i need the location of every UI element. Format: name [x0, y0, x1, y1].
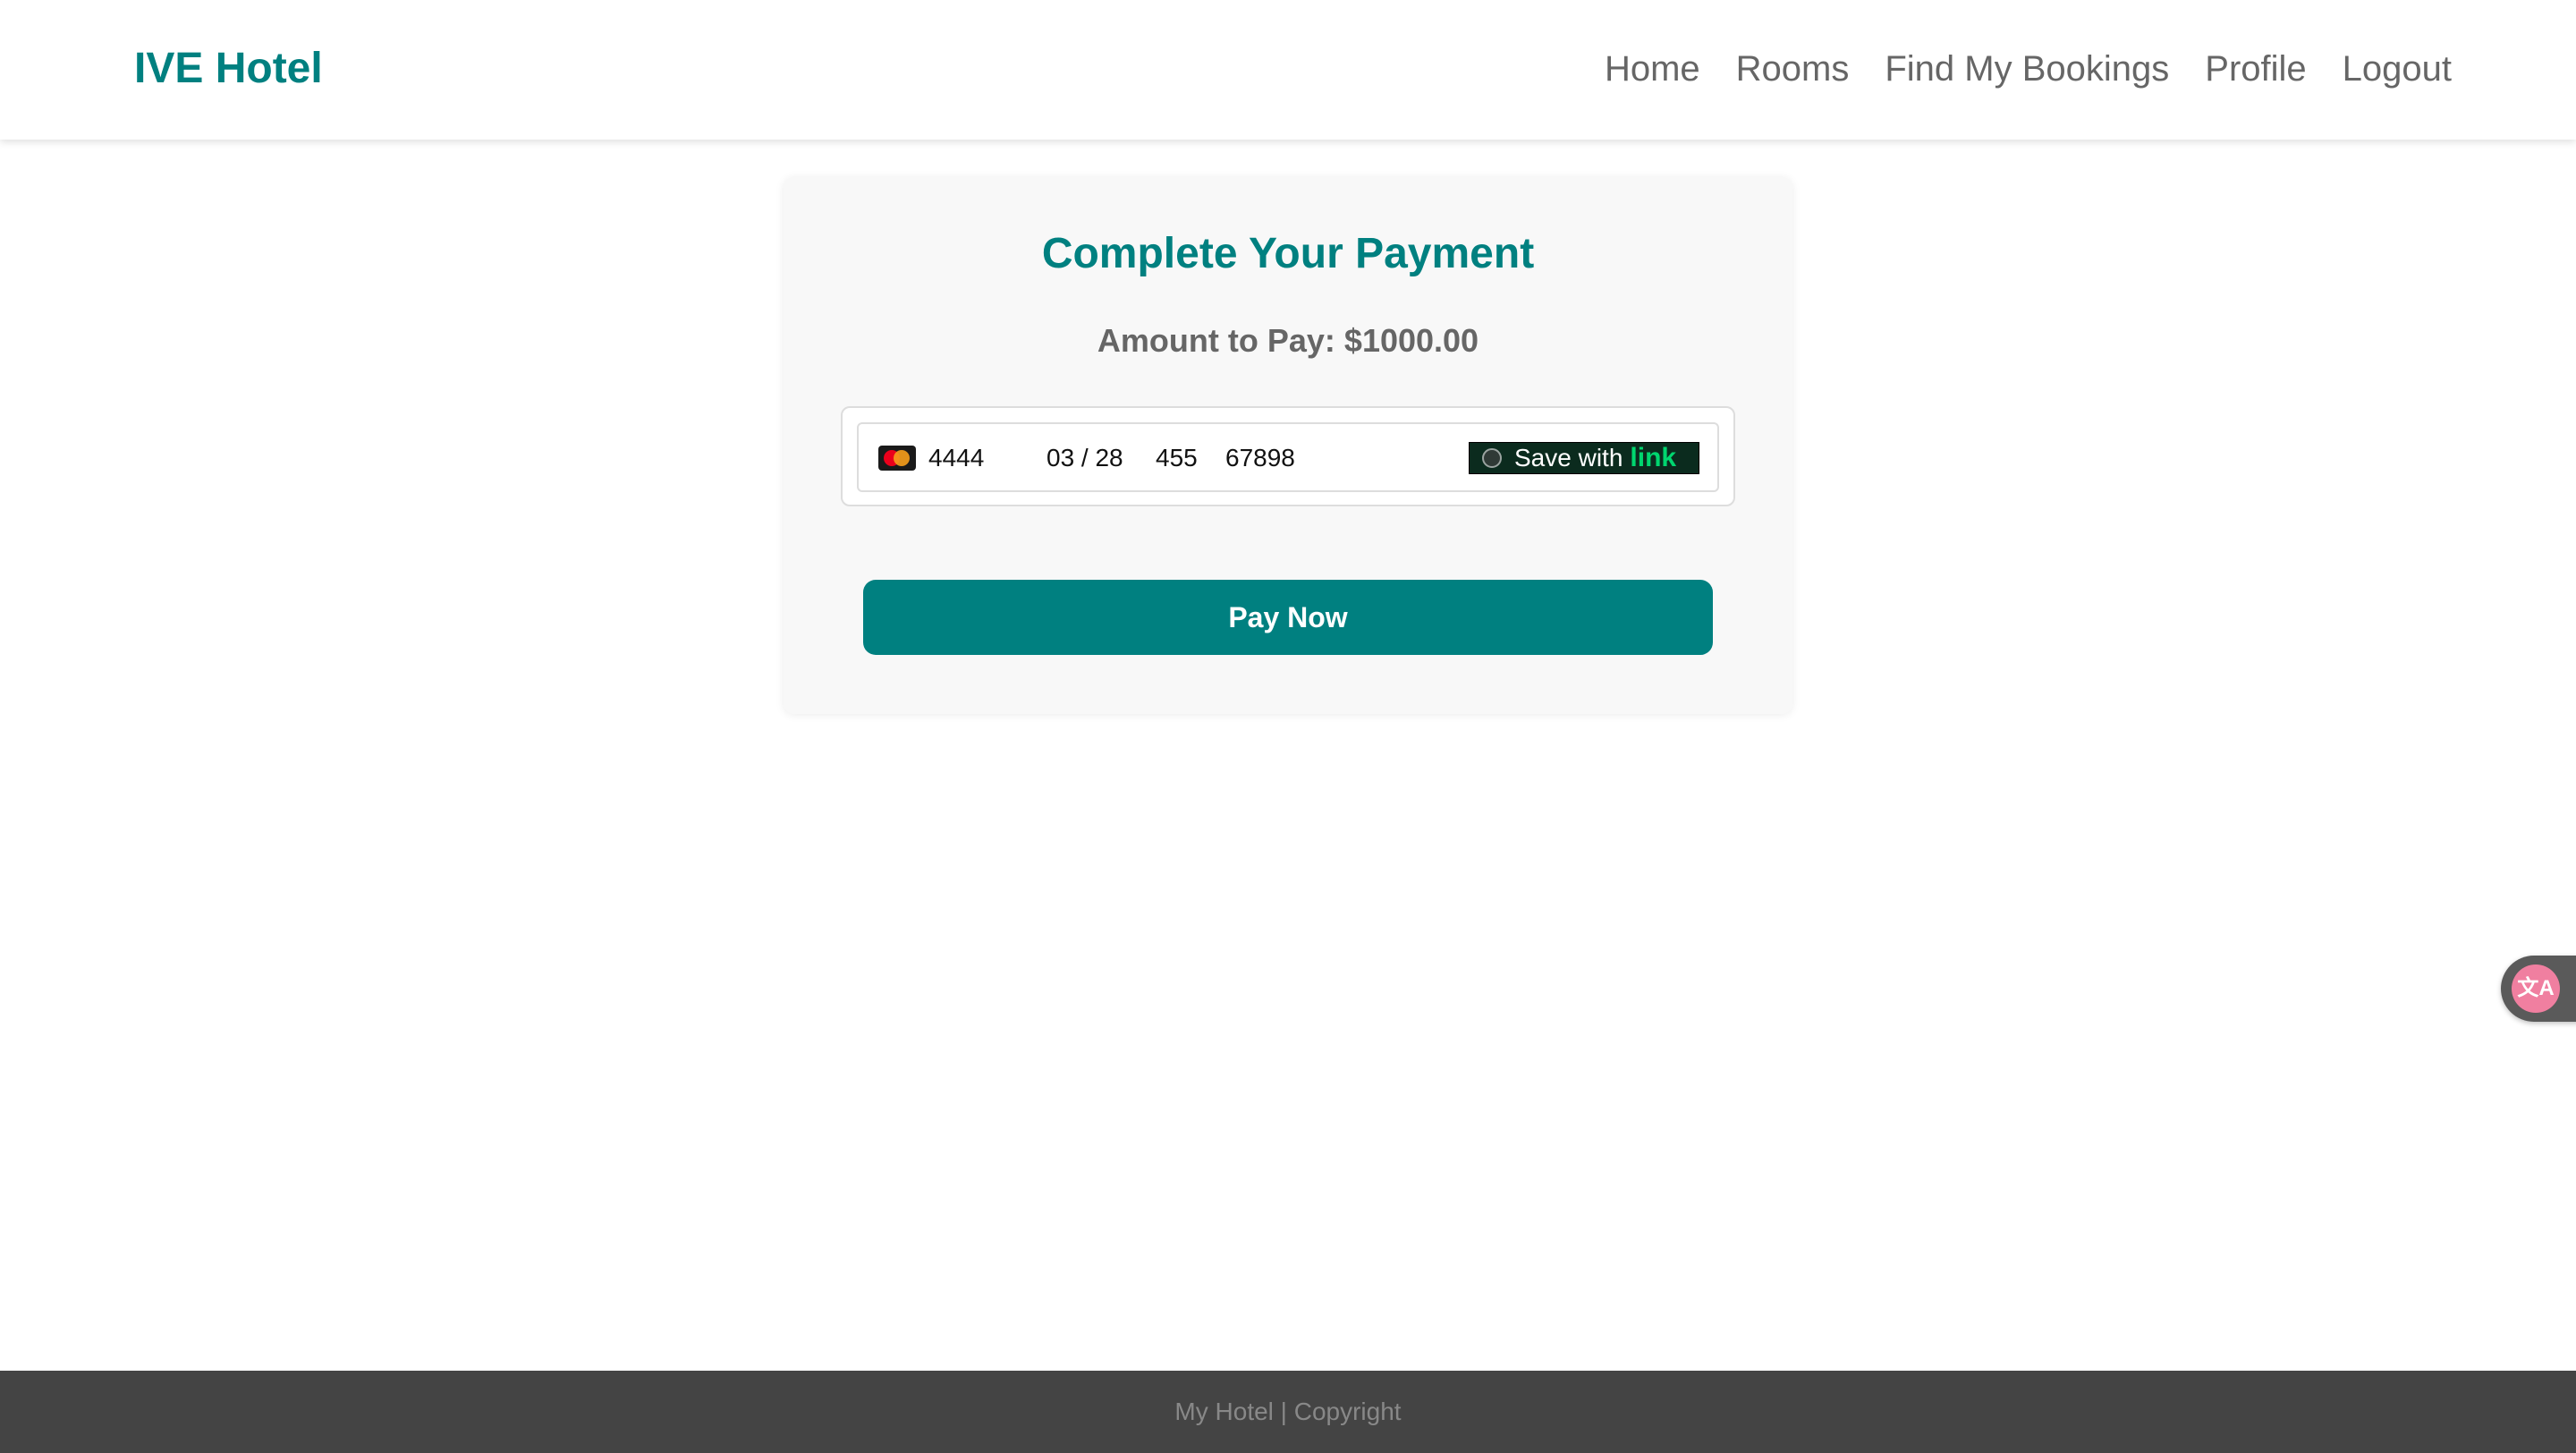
payment-title: Complete Your Payment [1041, 230, 1535, 277]
nav-link-rooms[interactable]: Rooms [1736, 45, 1850, 93]
footer-copyright: My Hotel | Copyright [1174, 1398, 1402, 1425]
mastercard-orange-circle [894, 450, 910, 466]
amount-label: Amount to Pay: [1097, 322, 1335, 359]
link-logo: link [1630, 443, 1677, 472]
brand-logo-link[interactable]: IVE Hotel [134, 43, 323, 95]
nav-link-logout[interactable]: Logout [2343, 45, 2452, 93]
nav-item-find-bookings: Find My Bookings [1885, 45, 2169, 93]
save-with-link-checkbox[interactable] [1482, 448, 1502, 468]
nav-item-logout: Logout [2343, 45, 2452, 93]
save-with-label: Save with [1514, 444, 1623, 472]
translate-icon[interactable]: 文A [2512, 964, 2560, 1013]
card-cvc-input[interactable]: 455 [1156, 440, 1198, 476]
amount-value: $1000.00 [1343, 322, 1479, 359]
amount-to-pay: Amount to Pay: $1000.00 [784, 319, 1792, 363]
nav-item-rooms: Rooms [1736, 45, 1850, 93]
card-element-container: 4444 03 / 28 455 67898 Save with link [841, 406, 1735, 506]
nav-link-find-bookings[interactable]: Find My Bookings [1885, 45, 2169, 93]
pay-now-button[interactable]: Pay Now [863, 580, 1713, 655]
nav-item-profile: Profile [2205, 45, 2306, 93]
card-input-field[interactable]: 4444 03 / 28 455 67898 Save with link [857, 422, 1719, 492]
site-footer: My Hotel | Copyright [0, 1371, 2576, 1453]
translate-widget[interactable]: 文A [2501, 956, 2576, 1022]
card-zip-input[interactable]: 67898 [1225, 440, 1295, 476]
nav-link-home[interactable]: Home [1605, 45, 1700, 93]
payment-card: Complete Your Payment Amount to Pay: $100… [784, 177, 1792, 714]
nav-list: Home Rooms Find My Bookings Profile Logo… [1605, 45, 2452, 93]
nav-item-home: Home [1605, 45, 1700, 93]
site-header: IVE Hotel Home Rooms Find My Bookings Pr… [0, 0, 2576, 140]
nav-link-profile[interactable]: Profile [2205, 45, 2306, 93]
card-number-input[interactable]: 4444 [928, 440, 984, 476]
save-with-link-button[interactable]: Save with link [1469, 442, 1699, 474]
card-expiry-input[interactable]: 03 / 28 [1046, 440, 1123, 476]
mastercard-icon [878, 446, 916, 471]
